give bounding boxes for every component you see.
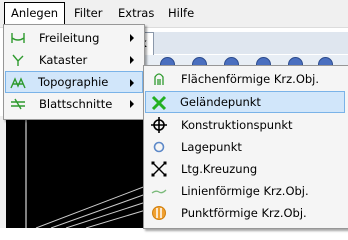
gelaendepunkt-icon xyxy=(151,95,167,111)
menu-hilfe[interactable]: Hilfe xyxy=(162,3,200,23)
anlegen-dropdown-menu: Freileitung Kataster Topographie Blattsc… xyxy=(3,24,145,120)
menu-item-label: Topographie xyxy=(38,75,109,89)
submenu-item-lagepunkt[interactable]: Lagepunkt xyxy=(146,136,344,158)
menu-item-kataster[interactable]: Kataster xyxy=(6,49,142,71)
submenu-arrow-icon xyxy=(130,34,134,42)
submenu-item-label: Geländepunkt xyxy=(180,95,261,109)
menu-item-label: Kataster xyxy=(39,53,88,67)
submenu-item-gelaendepunkt[interactable]: Geländepunkt xyxy=(145,91,345,113)
linien-icon xyxy=(151,183,167,199)
submenu-item-label: Konstruktionspunkt xyxy=(181,118,293,132)
submenu-arrow-icon xyxy=(130,56,134,64)
flaechen-icon xyxy=(151,71,167,87)
topographie-submenu: Flächenförmige Krz.Obj. Geländepunkt Kon… xyxy=(143,65,348,229)
menu-item-blattschnitte[interactable]: Blattschnitte xyxy=(6,93,142,115)
submenu-item-label: Flächenförmige Krz.Obj. xyxy=(181,72,320,86)
menu-extras[interactable]: Extras xyxy=(112,3,160,23)
freileitung-icon xyxy=(10,30,26,46)
submenu-item-label: Punktförmige Krz.Obj. xyxy=(181,206,307,220)
menu-anlegen[interactable]: Anlegen xyxy=(4,2,66,25)
menu-item-label: Freileitung xyxy=(39,31,100,45)
submenu-item-linienfoermige[interactable]: Linienförmige Krz.Obj. xyxy=(146,180,344,202)
map-lines xyxy=(25,118,146,228)
submenu-item-label: Linienförmige Krz.Obj. xyxy=(181,184,309,198)
konstruktionspunkt-icon xyxy=(151,117,167,133)
kataster-icon xyxy=(10,52,26,68)
menu-filter[interactable]: Filter xyxy=(68,3,108,23)
submenu-item-flaechenfoermige[interactable]: Flächenförmige Krz.Obj. xyxy=(146,68,344,90)
submenu-item-ltg-kreuzung[interactable]: Ltg.Kreuzung xyxy=(146,158,344,180)
ltg-kreuzung-icon xyxy=(151,161,167,177)
menu-item-freileitung[interactable]: Freileitung xyxy=(6,27,142,49)
submenu-item-label: Ltg.Kreuzung xyxy=(181,162,258,176)
menu-item-label: Blattschnitte xyxy=(39,97,113,111)
submenu-item-label: Lagepunkt xyxy=(181,140,242,154)
submenu-arrow-icon xyxy=(130,79,134,87)
blattschnitte-icon xyxy=(10,96,26,112)
menu-item-topographie[interactable]: Topographie xyxy=(5,71,143,93)
map-canvas[interactable] xyxy=(6,116,146,228)
punkt-icon xyxy=(151,205,167,221)
submenu-item-punktfoermige[interactable]: Punktförmige Krz.Obj. xyxy=(146,202,344,224)
submenu-item-konstruktionspunkt[interactable]: Konstruktionspunkt xyxy=(146,114,344,136)
submenu-arrow-icon xyxy=(130,100,134,108)
topographie-icon xyxy=(10,75,26,91)
document-tab-strip xyxy=(134,32,348,54)
lagepunkt-icon xyxy=(151,139,167,155)
